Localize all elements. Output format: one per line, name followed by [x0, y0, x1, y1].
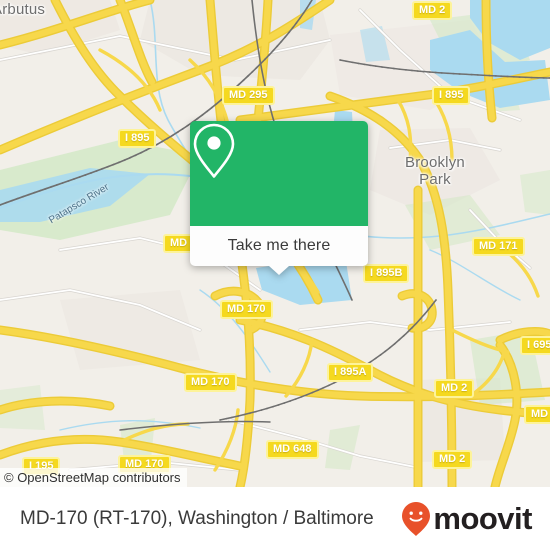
road-shield-md-7[interactable]: MD 7	[524, 405, 550, 424]
road-shield-md-2[interactable]: MD 2	[412, 1, 453, 20]
moovit-logo[interactable]: moovit	[401, 501, 532, 537]
place-label-line: Brooklyn	[405, 154, 465, 171]
road-shield-i-895a[interactable]: I 895A	[327, 363, 374, 382]
moovit-map-screenshot: .w{fill:#aadaf0} .pk{fill:#cfe8c2} .res{…	[0, 0, 550, 550]
place-label-line: Park	[419, 171, 451, 188]
road-shield-md-171[interactable]: MD 171	[472, 237, 525, 256]
road-shield-md-2[interactable]: MD 2	[432, 450, 473, 469]
road-shield-i-895[interactable]: I 895	[118, 129, 157, 148]
road-shield-md-170[interactable]: MD 170	[220, 300, 273, 319]
moovit-pin-smiley-icon	[402, 501, 431, 536]
road-shield-md-2[interactable]: MD 2	[434, 379, 475, 398]
place-label-arbutus: Arbutus	[0, 1, 46, 18]
take-me-there-button[interactable]: Take me there	[190, 226, 368, 266]
page-title: MD-170 (RT-170), Washington / Baltimore	[20, 507, 374, 529]
osm-attribution[interactable]: © OpenStreetMap contributors	[0, 468, 187, 487]
callout-tail	[269, 266, 289, 275]
map-canvas[interactable]: .w{fill:#aadaf0} .pk{fill:#cfe8c2} .res{…	[0, 0, 550, 487]
road-shield-md-295[interactable]: MD 295	[222, 86, 275, 105]
location-callout-card[interactable]: Take me there	[190, 121, 368, 275]
moovit-wordmark: moovit	[433, 501, 532, 536]
place-label-brooklyn-park: Brooklyn Park	[405, 154, 465, 188]
callout-pin-panel	[190, 121, 368, 226]
map-pin-icon	[193, 123, 235, 178]
road-shield-md-648[interactable]: MD 648	[266, 440, 319, 459]
road-shield-md-170[interactable]: MD 170	[184, 373, 237, 392]
footer-bar: MD-170 (RT-170), Washington / Baltimore …	[0, 487, 550, 550]
road-shield-i-695[interactable]: I 695	[520, 336, 550, 355]
take-me-there-label: Take me there	[227, 237, 331, 254]
road-shield-i-895[interactable]: I 895	[432, 86, 471, 105]
road-shield-i-895b[interactable]: I 895B	[363, 264, 410, 283]
